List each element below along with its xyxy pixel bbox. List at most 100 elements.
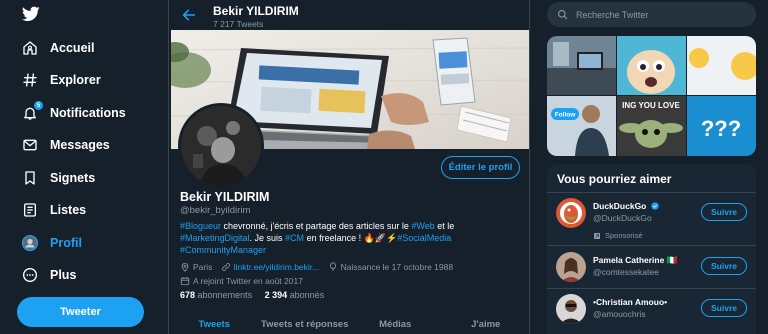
right-sidebar: Follow ING YOU LOVE ??? Vous pourriez ai… <box>530 0 768 334</box>
account-handle: @comtessekatee <box>593 267 659 277</box>
twitter-logo-icon[interactable] <box>22 6 40 22</box>
hashtag-link[interactable]: #CommunityManager <box>180 245 266 255</box>
bio-text: chevronné, j'écris et partage des articl… <box>221 221 412 231</box>
account-name-text: DuckDuckGo <box>593 201 647 211</box>
nav-item-messages[interactable]: Messages <box>20 134 110 156</box>
hashtag-link[interactable]: #MarketingDigital <box>180 233 250 243</box>
nav-label: Signets <box>50 171 96 185</box>
back-arrow-icon[interactable] <box>181 7 197 23</box>
nav-label: Notifications <box>50 106 126 120</box>
nav-item-plus[interactable]: Plus <box>20 264 76 286</box>
nav-label: Plus <box>50 268 77 282</box>
calendar-icon <box>180 277 190 286</box>
location-text: Paris <box>193 262 213 272</box>
hashtag-icon <box>20 70 40 90</box>
nav-label: Profil <box>50 236 82 250</box>
account-avatar[interactable] <box>556 294 586 324</box>
birth-text: Naissance le 17 octobre 1988 <box>340 262 454 272</box>
profile-tabs: Tweets Tweets et réponses Médias J'aime <box>169 313 531 334</box>
verified-badge-icon <box>651 202 659 210</box>
search-icon <box>558 10 568 20</box>
hashtag-link[interactable]: #CM <box>285 233 304 243</box>
avatar-image <box>556 252 586 282</box>
tab-medias[interactable]: Médias <box>350 313 441 334</box>
location-item: Paris <box>180 261 212 273</box>
nav-label: Explorer <box>50 73 101 87</box>
nav-item-notifications[interactable]: 5 Notifications <box>20 101 126 124</box>
nav-item-explorer[interactable]: Explorer <box>20 69 101 91</box>
website-link[interactable]: linktr.ee/yildirim.bekir... <box>234 261 320 273</box>
follow-button[interactable]: Suivre <box>701 257 747 275</box>
hashtag-link[interactable]: #Blogueur <box>180 221 221 231</box>
header-name: Bekir YILDIRIM <box>213 4 299 18</box>
follow-thumbnail-label: Follow <box>555 112 577 119</box>
balloon-icon <box>329 262 336 272</box>
nav-item-profil[interactable]: Profil <box>20 232 82 254</box>
home-icon <box>20 38 40 58</box>
profile-handle: @bekir_byildirim <box>180 205 251 216</box>
nav-item-signets[interactable]: Signets <box>20 167 95 189</box>
location-pin-icon <box>181 262 189 272</box>
nav-label: Accueil <box>50 41 95 55</box>
account-name: •Christian Amouo• <box>593 297 668 307</box>
divider <box>547 288 756 289</box>
account-handle: @amouochris <box>593 309 646 319</box>
media-thumbnails: Follow ING YOU LOVE ??? <box>547 36 756 156</box>
profile-icon <box>20 233 40 253</box>
svg-text:???: ??? <box>701 116 741 141</box>
account-name: Pamela Catherine 🇮🇹 <box>593 255 678 265</box>
envelope-icon <box>20 135 40 155</box>
website-item: linktr.ee/yildirim.bekir... <box>221 261 320 273</box>
bio-text: . Je suis <box>249 233 286 243</box>
followers-label: abonnés <box>289 290 325 300</box>
bio-text: et le <box>434 221 455 231</box>
nav-item-accueil[interactable]: Accueil <box>20 37 94 59</box>
nav-item-listes[interactable]: Listes <box>20 199 86 221</box>
follow-button[interactable]: Suivre <box>701 203 747 221</box>
tweet-count: 7 217 Tweets <box>213 19 264 29</box>
duckduckgo-logo-icon <box>556 198 586 228</box>
bookmark-icon <box>20 168 40 188</box>
profile-name: Bekir YILDIRIM <box>180 190 270 204</box>
profile-avatar[interactable] <box>178 103 264 189</box>
who-to-follow: Vous pourriez aimer DuckDuckGo @DuckDuck… <box>547 164 756 334</box>
nav-label: Listes <box>50 203 87 217</box>
account-avatar[interactable] <box>556 252 586 282</box>
avatar-image <box>181 106 261 186</box>
notification-badge: 5 <box>34 101 43 110</box>
birth-item: Naissance le 17 octobre 1988 <box>328 261 453 273</box>
list-icon <box>20 200 40 220</box>
tweet-button[interactable]: Tweeter <box>17 297 144 327</box>
media-grid[interactable]: Follow ING YOU LOVE ??? <box>547 36 756 156</box>
follow-stats: 678 abonnements 2 394 abonnés <box>180 290 324 300</box>
follow-button[interactable]: Suivre <box>701 299 747 317</box>
profile-column: Bekir YILDIRIM 7 217 Tweets Éditer le pr… <box>168 0 530 334</box>
bell-icon: 5 <box>20 101 43 123</box>
avatar-image <box>556 294 586 324</box>
profile-bio: #Blogueur chevronné, j'écris et partage … <box>180 220 510 256</box>
sponsored-label: Sponsorisé <box>593 231 643 240</box>
followers-link[interactable]: 2 394 abonnés <box>265 290 325 300</box>
account-avatar[interactable] <box>556 198 586 228</box>
bio-text: en freelance ! 🔥🚀⚡ <box>304 233 398 243</box>
following-link[interactable]: 678 abonnements <box>180 290 252 300</box>
more-icon <box>20 265 40 285</box>
following-count: 678 <box>180 290 196 300</box>
hashtag-link[interactable]: #Web <box>411 221 434 231</box>
who-to-follow-title: Vous pourriez aimer <box>557 172 672 186</box>
tab-tweets-et-reponses[interactable]: Tweets et réponses <box>260 313 351 334</box>
account-handle: @DuckDuckGo <box>593 213 652 223</box>
nav-label: Messages <box>50 138 110 152</box>
search-box[interactable] <box>547 2 756 27</box>
hashtag-link[interactable]: #SocialMedia <box>397 233 451 243</box>
tab-jaime[interactable]: J'aime <box>441 313 532 334</box>
left-navigation: Accueil Explorer 5 Notifications Message… <box>0 0 168 334</box>
account-name: DuckDuckGo <box>593 201 659 211</box>
edit-profile-button[interactable]: Éditer le profil <box>441 156 520 179</box>
followers-count: 2 394 <box>264 290 288 300</box>
tab-tweets[interactable]: Tweets <box>169 313 260 334</box>
divider <box>547 245 756 246</box>
media-caption: ING YOU LOVE <box>622 101 680 110</box>
following-label: abonnements <box>197 290 253 300</box>
search-input[interactable] <box>576 9 736 20</box>
